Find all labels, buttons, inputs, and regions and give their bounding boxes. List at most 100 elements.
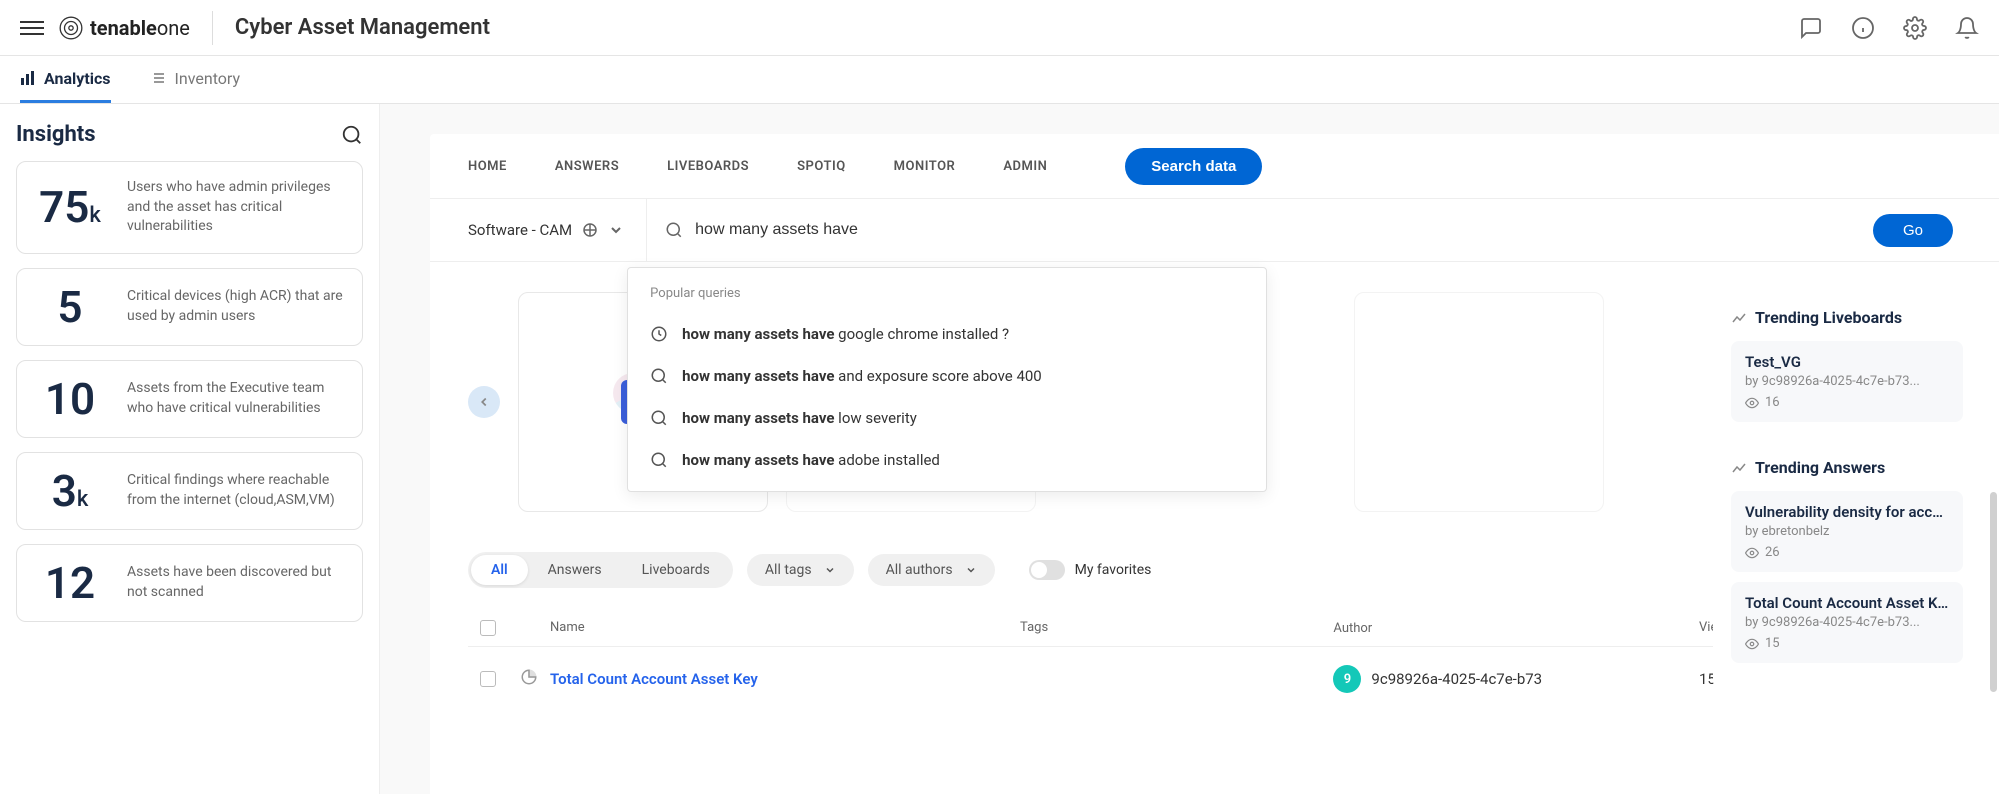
trending-item-title: Total Count Account Asset Key xyxy=(1745,594,1949,612)
trending-item[interactable]: Test_VG by 9c98926a-4025-4c7e-b73... 16 xyxy=(1731,341,1963,422)
col-tags[interactable]: Tags xyxy=(1020,620,1333,636)
favorites-toggle[interactable] xyxy=(1029,560,1065,580)
insight-desc: Assets from the Executive team who have … xyxy=(127,379,344,418)
author-name: 9c98926a-4025-4c7e-b73 xyxy=(1371,670,1542,688)
go-button[interactable]: Go xyxy=(1873,214,1953,247)
chevron-down-icon xyxy=(608,222,624,238)
embedded-topnav: HOMEANSWERSLIVEBOARDSSPOTIQMONITORADMIN … xyxy=(430,134,1999,198)
query-suggestions: Popular queries how many assets have goo… xyxy=(627,267,1267,492)
trending-panel: Trending Liveboards Test_VG by 9c98926a-… xyxy=(1713,290,1981,699)
primary-tabs: Analytics Inventory xyxy=(0,56,1999,104)
tab-inventory[interactable]: Inventory xyxy=(151,57,241,103)
trending-item-author: by 9c98926a-4025-4c7e-b73... xyxy=(1745,615,1949,630)
insight-desc: Users who have admin privileges and the … xyxy=(127,178,344,237)
chevron-left-icon xyxy=(477,395,491,409)
insight-card[interactable]: 3k Critical findings where reachable from… xyxy=(16,452,363,530)
dropdown-label: Popular queries xyxy=(628,286,1266,313)
topnav-spotiq[interactable]: SPOTIQ xyxy=(797,159,846,174)
suggestion-item[interactable]: how many assets have and exposure score … xyxy=(628,355,1266,397)
insight-desc: Critical findings where reachable from t… xyxy=(127,471,344,510)
query-input[interactable] xyxy=(695,221,1873,239)
row-name[interactable]: Total Count Account Asset Key xyxy=(550,670,758,688)
insight-desc: Critical devices (high ACR) that are use… xyxy=(127,287,344,326)
dataset-icon xyxy=(582,222,598,238)
pill-liveboards[interactable]: Liveboards xyxy=(622,555,730,585)
insight-value: 3k xyxy=(35,469,105,513)
search-data-button[interactable]: Search data xyxy=(1125,148,1262,185)
trending-item[interactable]: Total Count Account Asset Key by 9c98926… xyxy=(1731,582,1963,663)
carousel-prev[interactable] xyxy=(468,386,500,418)
insight-card[interactable]: 75k Users who have admin privileges and t… xyxy=(16,161,363,254)
trending-liveboards-title: Trending Liveboards xyxy=(1731,308,1963,327)
type-filter-pills: AllAnswersLiveboards xyxy=(468,552,733,588)
insight-desc: Assets have been discovered but not scan… xyxy=(127,563,344,602)
sidebar-title: Insights xyxy=(16,122,96,147)
menu-toggle[interactable] xyxy=(20,16,44,40)
topnav-admin[interactable]: ADMIN xyxy=(1003,159,1047,174)
scrollbar[interactable] xyxy=(1990,492,1997,692)
trending-item-author: by ebretonbelz xyxy=(1745,524,1949,539)
insight-card[interactable]: 10 Assets from the Executive team who hav… xyxy=(16,360,363,438)
trending-item-views: 16 xyxy=(1745,395,1949,410)
eye-icon xyxy=(1745,396,1759,410)
tenable-logo-icon xyxy=(58,15,84,41)
search-icon xyxy=(650,451,668,469)
insight-card[interactable]: 12 Assets have been discovered but not sc… xyxy=(16,544,363,622)
chevron-down-icon xyxy=(965,564,977,576)
trending-item-views: 26 xyxy=(1745,545,1949,560)
tags-filter[interactable]: All tags xyxy=(747,554,854,586)
list-icon xyxy=(151,70,167,86)
suggestion-item[interactable]: how many assets have adobe installed xyxy=(628,439,1266,481)
trending-item[interactable]: Vulnerability density for accoun by ebre… xyxy=(1731,491,1963,572)
search-icon xyxy=(650,409,668,427)
avatar: 9 xyxy=(1333,665,1361,693)
divider xyxy=(212,11,213,45)
insight-value: 10 xyxy=(35,377,105,421)
bar-chart-icon xyxy=(20,70,36,86)
tab-analytics[interactable]: Analytics xyxy=(20,57,111,103)
topnav-liveboards[interactable]: LIVEBOARDS xyxy=(667,159,749,174)
insights-sidebar: Insights 75k Users who have admin privile… xyxy=(0,104,380,794)
suggestion-item[interactable]: how many assets have low severity xyxy=(628,397,1266,439)
search-icon[interactable] xyxy=(341,124,363,146)
col-name[interactable]: Name xyxy=(550,620,1020,636)
chat-icon[interactable] xyxy=(1799,16,1823,40)
pill-all[interactable]: All xyxy=(471,555,528,585)
trend-icon xyxy=(1731,310,1747,326)
insight-value: 75k xyxy=(35,185,105,229)
suggestion-item[interactable]: how many assets have google chrome insta… xyxy=(628,313,1266,355)
authors-filter[interactable]: All authors xyxy=(868,554,995,586)
topnav-monitor[interactable]: MONITOR xyxy=(894,159,956,174)
trending-item-author: by 9c98926a-4025-4c7e-b73... xyxy=(1745,374,1949,389)
pie-icon xyxy=(520,668,538,686)
eye-icon xyxy=(1745,546,1759,560)
brand-logo[interactable]: tenableone xyxy=(58,15,190,41)
insight-card[interactable]: 5 Critical devices (high ACR) that are us… xyxy=(16,268,363,346)
history-icon xyxy=(650,325,668,343)
gear-icon[interactable] xyxy=(1903,16,1927,40)
search-icon xyxy=(650,367,668,385)
app-header: tenableone Cyber Asset Management xyxy=(0,0,1999,56)
select-all-checkbox[interactable] xyxy=(480,620,496,636)
row-checkbox[interactable] xyxy=(480,671,496,687)
dataset-selector[interactable]: Software - CAM xyxy=(468,199,647,261)
insight-value: 5 xyxy=(35,285,105,329)
col-author[interactable]: Author xyxy=(1333,620,1699,636)
chevron-down-icon xyxy=(824,564,836,576)
topnav-home[interactable]: HOME xyxy=(468,159,507,174)
info-icon[interactable] xyxy=(1851,16,1875,40)
search-icon xyxy=(665,221,683,239)
search-bar: Software - CAM Popular queries how many … xyxy=(430,198,1999,262)
trending-item-title: Test_VG xyxy=(1745,353,1949,371)
trend-icon xyxy=(1731,460,1747,476)
insight-value: 12 xyxy=(35,561,105,605)
bell-icon[interactable] xyxy=(1955,16,1979,40)
main-content: HOMEANSWERSLIVEBOARDSSPOTIQMONITORADMIN … xyxy=(380,104,1999,794)
favorites-label: My favorites xyxy=(1075,562,1152,578)
pill-answers[interactable]: Answers xyxy=(528,555,622,585)
carousel-card[interactable] xyxy=(1354,292,1604,512)
eye-icon xyxy=(1745,637,1759,651)
trending-item-views: 15 xyxy=(1745,636,1949,651)
trending-item-title: Vulnerability density for accoun xyxy=(1745,503,1949,521)
topnav-answers[interactable]: ANSWERS xyxy=(555,159,619,174)
